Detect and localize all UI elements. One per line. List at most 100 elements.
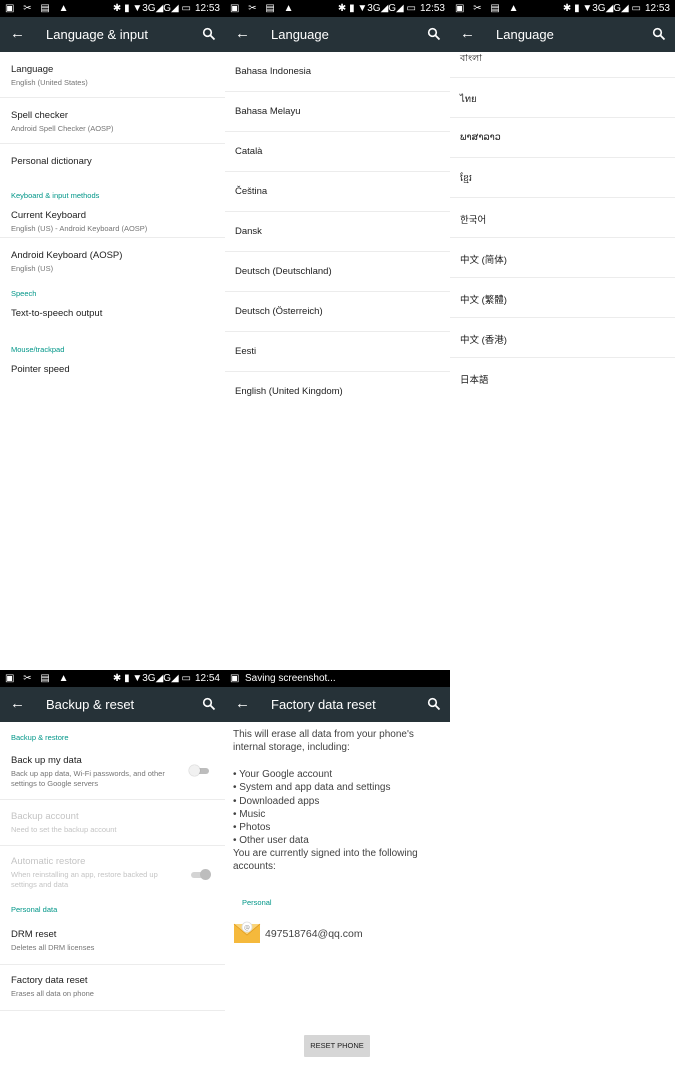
language-item[interactable]: 中文 (繁體) xyxy=(450,278,675,318)
toolbar: ← Language xyxy=(450,17,675,52)
language-item[interactable]: Dansk xyxy=(225,212,450,252)
section-header-speech: Speech xyxy=(11,289,37,298)
setting-drm-reset[interactable]: DRM reset Deletes all DRM licenses xyxy=(0,920,225,965)
status-bar: ▣ ✂ ▤ ▲ ✱ ▮ ▼3G◢G◢ ▭ 12:53 xyxy=(450,0,675,17)
back-arrow-icon[interactable]: ← xyxy=(235,25,250,43)
language-item[interactable]: 中文 (香港) xyxy=(450,318,675,358)
toolbar: ← Backup & reset xyxy=(0,687,225,722)
setting-subtitle: Android Spell Checker (AOSP) xyxy=(11,124,114,133)
email-account-icon: @ xyxy=(233,921,261,943)
section-header-personal: Personal xyxy=(242,898,272,907)
clock: 12:53 xyxy=(644,3,670,14)
clock: 12:53 xyxy=(419,3,445,14)
search-icon[interactable] xyxy=(202,27,216,41)
page-title: Language xyxy=(496,27,554,42)
reset-phone-button[interactable]: RESET PHONE xyxy=(304,1035,370,1057)
setting-personal-dictionary[interactable]: Personal dictionary xyxy=(0,144,225,184)
page-title: Language & input xyxy=(46,27,148,42)
erase-list-item: • Photos xyxy=(233,822,271,834)
setting-title: Current Keyboard xyxy=(11,210,86,221)
language-item[interactable]: English (United Kingdom) xyxy=(225,372,450,411)
setting-subtitle: When reinstalling an app, restore backed… xyxy=(11,870,158,889)
search-icon[interactable] xyxy=(652,27,666,41)
language-item[interactable]: ไทย xyxy=(450,78,675,118)
language-item[interactable]: Eesti xyxy=(225,332,450,372)
setting-subtitle: Erases all data on phone xyxy=(11,989,94,998)
page-title: Backup & reset xyxy=(46,697,135,712)
language-item[interactable]: 한국어 xyxy=(450,198,675,238)
erase-list-item: • Music xyxy=(233,808,266,820)
search-icon[interactable] xyxy=(427,27,441,41)
saving-notification: ▣ Saving screenshot... xyxy=(230,673,336,684)
account-email: 497518764@qq.com xyxy=(265,928,363,940)
section-header-keyboard: Keyboard & input methods xyxy=(11,191,100,200)
system-icons: ✱ ▮ ▼3G◢G◢ ▭ 12:53 xyxy=(562,3,670,14)
setting-title: Text-to-speech output xyxy=(11,308,103,319)
setting-title: Factory data reset xyxy=(11,975,88,986)
back-arrow-icon[interactable]: ← xyxy=(10,25,25,43)
setting-subtitle: English (US) xyxy=(11,264,54,273)
language-item[interactable]: ខ្មែរ xyxy=(450,158,675,198)
setting-backup-my-data[interactable]: Back up my data Back up app data, Wi-Fi … xyxy=(0,746,225,800)
setting-title: Automatic restore xyxy=(11,856,86,867)
erase-list-item: • Downloaded apps xyxy=(233,795,320,807)
search-icon[interactable] xyxy=(202,697,216,711)
setting-current-keyboard[interactable]: Current Keyboard English (US) - Android … xyxy=(0,204,225,238)
language-item[interactable]: Deutsch (Österreich) xyxy=(225,292,450,332)
setting-title: Personal dictionary xyxy=(11,156,92,167)
language-item[interactable]: Català xyxy=(225,132,450,172)
notification-icons: ▣ ✂ ▤ ▲ xyxy=(5,3,72,14)
setting-title: DRM reset xyxy=(11,929,57,940)
setting-title: Pointer speed xyxy=(11,364,70,375)
panel-factory-reset: ▣ Saving screenshot... ← Factory data re… xyxy=(225,670,450,1069)
setting-automatic-restore: Automatic restore When reinstalling an a… xyxy=(0,846,225,900)
reset-intro: This will erase all data from your phone… xyxy=(233,729,414,753)
auto-restore-toggle xyxy=(189,869,211,880)
language-item[interactable]: বাংলা xyxy=(450,52,675,78)
setting-spell-checker[interactable]: Spell checker Android Spell Checker (AOS… xyxy=(0,98,225,144)
language-item[interactable]: Čeština xyxy=(225,172,450,212)
system-icons: ✱ ▮ ▼3G◢G◢ ▭ 12:53 xyxy=(112,3,220,14)
section-header-backup: Backup & restore xyxy=(11,733,69,742)
svg-text:@: @ xyxy=(244,925,250,932)
erase-list: • Your Google account • System and app d… xyxy=(233,768,391,848)
clock: 12:53 xyxy=(194,3,220,14)
setting-language[interactable]: Language English (United States) xyxy=(0,52,225,98)
backup-toggle[interactable] xyxy=(189,765,211,776)
setting-subtitle: Deletes all DRM licenses xyxy=(11,943,95,952)
setting-subtitle: Need to set the backup account xyxy=(11,825,117,834)
setting-pointer-speed[interactable]: Pointer speed xyxy=(0,358,225,394)
notification-icons: ▣ ✂ ▤ ▲ xyxy=(230,3,297,14)
setting-factory-data-reset[interactable]: Factory data reset Erases all data on ph… xyxy=(0,965,225,1011)
toolbar: ← Language & input xyxy=(0,17,225,52)
back-arrow-icon[interactable]: ← xyxy=(235,695,250,713)
back-arrow-icon[interactable]: ← xyxy=(10,695,25,713)
status-bar: ▣ ✂ ▤ ▲ ✱ ▮ ▼3G◢G◢ ▭ 12:53 xyxy=(225,0,450,17)
clock: 12:54 xyxy=(194,673,220,684)
language-item[interactable]: 中文 (简体) xyxy=(450,238,675,278)
signed-in-text: You are currently signed into the follow… xyxy=(233,848,418,872)
section-header-mouse: Mouse/trackpad xyxy=(11,345,65,354)
toolbar: ← Language xyxy=(225,17,450,52)
setting-title: Spell checker xyxy=(11,110,69,121)
status-bar: ▣ ✂ ▤ ▲ ✱ ▮ ▼3G◢G◢ ▭ 12:54 xyxy=(0,670,225,687)
setting-android-keyboard[interactable]: Android Keyboard (AOSP) English (US) xyxy=(0,238,225,282)
back-arrow-icon[interactable]: ← xyxy=(460,25,475,43)
page-title: Factory data reset xyxy=(271,697,376,712)
erase-list-item: • Other user data xyxy=(233,835,309,847)
search-icon[interactable] xyxy=(427,697,441,711)
language-item[interactable]: ພາສາລາວ xyxy=(450,118,675,158)
setting-tts-output[interactable]: Text-to-speech output xyxy=(0,302,225,338)
panel-backup-reset: ▣ ✂ ▤ ▲ ✱ ▮ ▼3G◢G◢ ▭ 12:54 ← Backup & res… xyxy=(0,670,225,1069)
language-item[interactable]: Deutsch (Deutschland) xyxy=(225,252,450,292)
language-item[interactable]: Bahasa Indonesia xyxy=(225,52,450,92)
system-icons: ✱ ▮ ▼3G◢G◢ ▭ 12:53 xyxy=(337,3,445,14)
status-bar: ▣ Saving screenshot... xyxy=(225,670,450,687)
erase-list-item: • Your Google account xyxy=(233,769,333,780)
language-item[interactable]: Bahasa Melayu xyxy=(225,92,450,132)
notification-icons: ▣ ✂ ▤ ▲ xyxy=(5,673,72,684)
setting-subtitle: English (United States) xyxy=(11,78,88,87)
toolbar: ← Factory data reset xyxy=(225,687,450,722)
system-icons: ✱ ▮ ▼3G◢G◢ ▭ 12:54 xyxy=(112,673,220,684)
language-item[interactable]: 日本語 xyxy=(450,358,675,397)
